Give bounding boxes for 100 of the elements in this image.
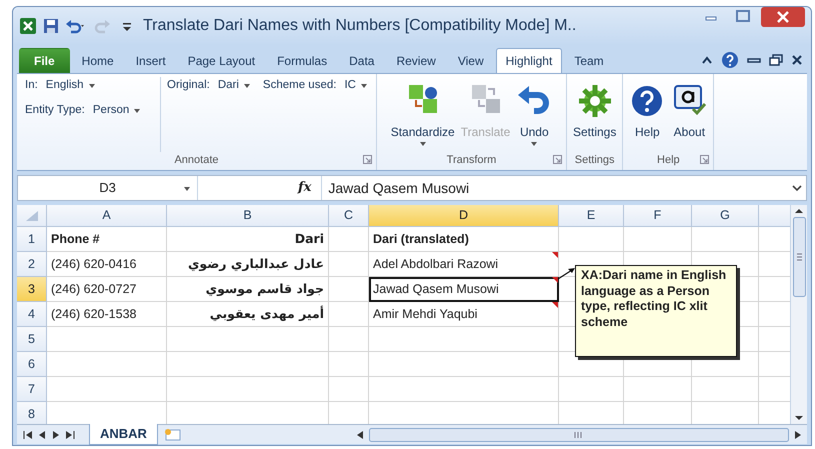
horizontal-scroll-thumb[interactable]: [369, 428, 789, 442]
save-icon[interactable]: [43, 18, 59, 34]
ribbon-tab[interactable]: Highlight: [496, 48, 562, 73]
ribbon-tab[interactable]: Data: [339, 48, 384, 73]
group-label: Transform: [446, 154, 496, 166]
caret-icon: [530, 141, 538, 147]
column-header[interactable]: G: [692, 205, 759, 227]
excel-icon[interactable]: [19, 17, 37, 35]
spreadsheet-cell[interactable]: [369, 327, 559, 352]
row-header[interactable]: 1: [17, 227, 47, 252]
row-header[interactable]: 5: [17, 327, 47, 352]
ribbon-tab[interactable]: Formulas: [267, 48, 338, 73]
sheet-tab[interactable]: ANBAR: [89, 424, 158, 445]
ribbon-tab[interactable]: Review: [386, 48, 446, 73]
leader-line: [557, 267, 577, 281]
column-header[interactable]: D: [369, 205, 559, 227]
close-icon[interactable]: [791, 54, 803, 66]
spreadsheet-cell[interactable]: [369, 352, 559, 377]
column-header[interactable]: E: [559, 205, 624, 227]
field-dropdown[interactable]: Person: [88, 102, 146, 120]
spreadsheet-cell[interactable]: Adel Abdolbari Razowi: [369, 252, 559, 277]
row-header[interactable]: 4: [17, 302, 47, 327]
undo-icon[interactable]: [65, 18, 87, 34]
ribbon-button[interactable]: Standardize: [388, 81, 457, 149]
ribbon-tab[interactable]: View: [448, 48, 494, 73]
row-header[interactable]: 8: [17, 402, 47, 424]
ribbon-tab[interactable]: Home: [72, 48, 124, 73]
spreadsheet-cell[interactable]: Amir Mehdi Yaqubi: [369, 302, 559, 327]
ribbon-tab[interactable]: Team: [564, 48, 614, 73]
spreadsheet-cell[interactable]: [167, 377, 329, 402]
sheet-nav-next-icon[interactable]: [51, 430, 61, 440]
row-header[interactable]: 2: [17, 252, 47, 277]
field-label: Entity Type:: [24, 103, 86, 118]
spreadsheet-cell[interactable]: Dari (translated): [369, 227, 559, 252]
spreadsheet-cell[interactable]: [692, 377, 759, 402]
row-header[interactable]: 3: [17, 277, 47, 302]
caret-icon: [418, 141, 427, 147]
spreadsheet-cell[interactable]: [47, 327, 167, 352]
ribbon-tab[interactable]: File: [19, 48, 70, 73]
help-icon[interactable]: [721, 51, 739, 69]
sheet-nav-prev-icon[interactable]: [37, 430, 47, 440]
spreadsheet-cell[interactable]: [329, 352, 369, 377]
restore-icon[interactable]: [769, 54, 783, 66]
spreadsheet-cell[interactable]: أمير مهدى يعقوبي: [167, 302, 329, 327]
spreadsheet-cell[interactable]: جواد قاسم موسوي: [167, 277, 329, 302]
ribbon-button[interactable]: About: [669, 81, 710, 143]
scroll-left-icon[interactable]: [355, 430, 365, 440]
spreadsheet-cell[interactable]: (246) 620-1538: [47, 302, 167, 327]
column-header[interactable]: F: [624, 205, 692, 227]
field-dropdown[interactable]: Dari: [214, 77, 255, 94]
spreadsheet-cell[interactable]: [329, 302, 369, 327]
spreadsheet-cell[interactable]: [329, 327, 369, 352]
scroll-right-icon[interactable]: [793, 430, 803, 440]
dialog-launcher-icon[interactable]: [363, 155, 372, 164]
ribbon-button[interactable]: Help: [627, 81, 668, 143]
sheet-nav-first-icon[interactable]: [23, 430, 33, 440]
spreadsheet-cell[interactable]: [369, 377, 559, 402]
gear-icon: [576, 83, 613, 119]
collapse-ribbon-icon[interactable]: [701, 54, 713, 66]
dialog-launcher-icon[interactable]: [700, 155, 710, 164]
ribbon-tab[interactable]: Page Layout: [178, 48, 266, 73]
scroll-thumb[interactable]: [792, 217, 806, 297]
spreadsheet-cell[interactable]: [624, 377, 692, 402]
spreadsheet-cell[interactable]: (246) 620-0416: [47, 252, 167, 277]
field-dropdown[interactable]: English: [42, 77, 100, 94]
spreadsheet-cell[interactable]: Dari: [167, 227, 329, 252]
spreadsheet-cell[interactable]: [329, 277, 369, 302]
column-header[interactable]: B: [167, 205, 329, 227]
field-label: Scheme used:: [262, 78, 338, 93]
spreadsheet-cell[interactable]: [329, 377, 369, 402]
caret-icon[interactable]: [183, 185, 191, 193]
spreadsheet-cell[interactable]: [167, 352, 329, 377]
ribbon-tab[interactable]: Insert: [126, 48, 176, 73]
ribbon-button[interactable]: Settings: [571, 81, 618, 143]
spreadsheet-cell[interactable]: [167, 327, 329, 352]
function-button[interactable]: fx: [298, 178, 312, 198]
dialog-launcher-icon[interactable]: [553, 155, 562, 164]
row-header[interactable]: 7: [17, 377, 47, 402]
active-cell[interactable]: Jawad Qasem Musowi: [369, 277, 559, 302]
spreadsheet-cell[interactable]: [329, 227, 369, 252]
formula-field[interactable]: Jawad Qasem Musowi: [321, 176, 788, 200]
spreadsheet-cell[interactable]: Phone #: [47, 227, 167, 252]
spreadsheet-cell[interactable]: (246) 620-0727: [47, 277, 167, 302]
spreadsheet-cell[interactable]: [624, 227, 692, 252]
spreadsheet-cell[interactable]: عادل عبدالباري رضوي: [167, 252, 329, 277]
spreadsheet-cell[interactable]: [559, 377, 624, 402]
spreadsheet-cell[interactable]: [47, 377, 167, 402]
spreadsheet-cell[interactable]: [692, 227, 759, 252]
field-dropdown[interactable]: IC: [340, 77, 372, 94]
name-box[interactable]: D3: [99, 178, 116, 198]
sheet-nav-last-icon[interactable]: [65, 430, 75, 440]
spreadsheet-cell[interactable]: [559, 227, 624, 252]
row-header[interactable]: 6: [17, 352, 47, 377]
spreadsheet-cell[interactable]: [47, 352, 167, 377]
column-header[interactable]: A: [47, 205, 167, 227]
spreadsheet-cell[interactable]: [329, 252, 369, 277]
column-header[interactable]: C: [329, 205, 369, 227]
select-all-icon[interactable]: [26, 210, 38, 220]
ribbon-button[interactable]: Undo: [514, 81, 554, 149]
close-icon[interactable]: [761, 7, 805, 27]
